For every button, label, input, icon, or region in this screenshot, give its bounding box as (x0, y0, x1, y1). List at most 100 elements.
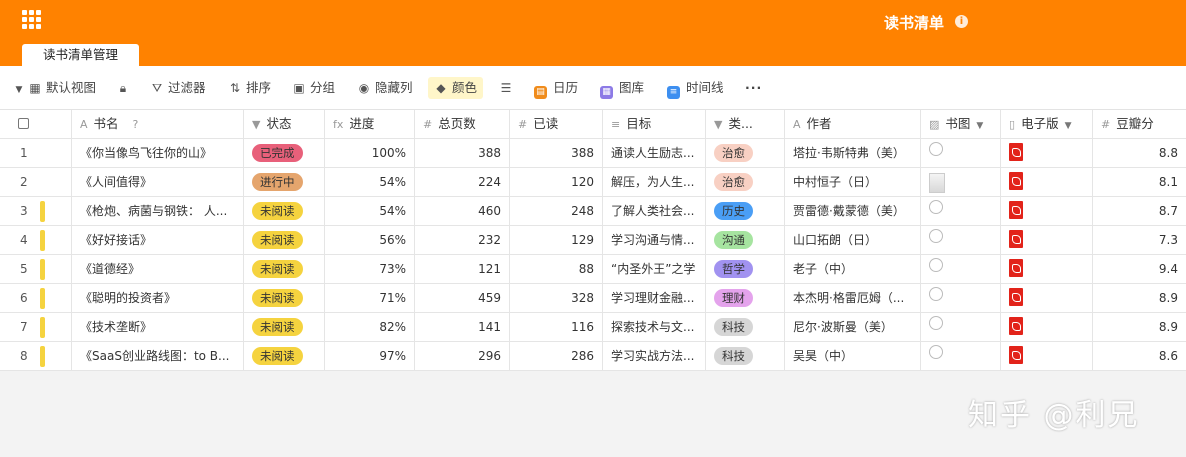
cell-douban[interactable]: 7.3 (1093, 226, 1186, 254)
cell-status[interactable]: 进行中 (244, 168, 325, 196)
cell-cover[interactable] (921, 226, 1001, 254)
table-row[interactable]: 2 《人间值得》 进行中 54% 224 120 解压，为人生... 治愈 中村恒子（日） 8.1 (0, 168, 1186, 197)
cell-ebook[interactable] (1001, 255, 1093, 283)
pdf-file-icon[interactable] (1009, 171, 1023, 190)
cell-ebook[interactable] (1001, 168, 1093, 196)
cell-author[interactable]: 尼尔·波斯曼（美） (785, 313, 921, 341)
chevron-down-icon[interactable]: ▼ (1065, 112, 1072, 138)
cell-progress[interactable]: 56% (325, 226, 415, 254)
column-header-name[interactable]: A 书名? (72, 110, 244, 138)
cell-total[interactable]: 141 (415, 313, 510, 341)
cell-goal[interactable]: 通读人生励志... (603, 139, 706, 167)
table-row[interactable]: 3 《枪炮、病菌与钢铁： 人... 未阅读 54% 460 248 了解人类社会... 历史 贾… (0, 197, 1186, 226)
cell-category[interactable]: 治愈 (706, 168, 785, 196)
column-header-author[interactable]: A 作者 (785, 110, 921, 138)
cell-name[interactable]: 《枪炮、病菌与钢铁： 人... (72, 197, 244, 225)
cell-status[interactable]: 未阅读 (244, 255, 325, 283)
cell-progress[interactable]: 54% (325, 197, 415, 225)
lock-button[interactable]: 🔒︎ (116, 77, 134, 99)
cell-status[interactable]: 未阅读 (244, 313, 325, 341)
cell-cover[interactable] (921, 139, 1001, 167)
cell-total[interactable]: 224 (415, 168, 510, 196)
cell-name[interactable]: 《好好接话》 (72, 226, 244, 254)
cell-cover[interactable] (921, 313, 1001, 341)
cell-status[interactable]: 未阅读 (244, 226, 325, 254)
cell-author[interactable]: 山口拓朗（日） (785, 226, 921, 254)
pdf-file-icon[interactable] (1009, 345, 1023, 364)
cell-cover[interactable] (921, 255, 1001, 283)
row-height-button[interactable]: ☰ (499, 77, 517, 99)
cell-read[interactable]: 328 (510, 284, 603, 312)
sort-button[interactable]: ⇅ 排序 (228, 77, 271, 99)
column-header-read[interactable]: # 已读 (510, 110, 603, 138)
help-icon[interactable]: ? (133, 118, 139, 131)
table-row[interactable]: 6 《聪明的投资者》 未阅读 71% 459 328 学习理财金融... 理财 本杰明·格雷厄姆… (0, 284, 1186, 313)
info-icon[interactable]: i (955, 15, 968, 28)
column-header-douban[interactable]: # 豆瓣分 (1093, 110, 1186, 138)
cell-n[interactable]: 6 (0, 284, 72, 312)
tab-reading-list[interactable]: 读书清单管理 (22, 44, 139, 66)
column-header-ebook[interactable]: ▯ 电子版 ▼ (1001, 110, 1093, 138)
timeline-plugin-button[interactable]: ≡ 时间线 (667, 77, 724, 99)
chevron-down-icon[interactable]: ▼ (976, 112, 983, 138)
table-row[interactable]: 7 《技术垄断》 未阅读 82% 141 116 探索技术与文... 科技 尼尔·波斯曼（美） 8… (0, 313, 1186, 342)
cell-status[interactable]: 未阅读 (244, 342, 325, 370)
cell-author[interactable]: 贾雷德·戴蒙德（美） (785, 197, 921, 225)
cell-n[interactable]: 1 (0, 139, 72, 167)
cell-category[interactable]: 沟通 (706, 226, 785, 254)
cell-name[interactable]: 《SaaS创业路线图：to B... (72, 342, 244, 370)
cell-n[interactable]: 3 (0, 197, 72, 225)
pdf-file-icon[interactable] (1009, 258, 1023, 277)
cell-name[interactable]: 《你当像鸟飞往你的山》 (72, 139, 244, 167)
cell-cover[interactable] (921, 284, 1001, 312)
cell-goal[interactable]: 学习实战方法... (603, 342, 706, 370)
cell-status[interactable]: 未阅读 (244, 197, 325, 225)
cell-name[interactable]: 《技术垄断》 (72, 313, 244, 341)
column-header-cover[interactable]: ▨ 书图 ▼ (921, 110, 1001, 138)
column-header-category[interactable]: ▼ 类... (706, 110, 785, 138)
cell-cover[interactable] (921, 168, 1001, 196)
hide-columns-button[interactable]: ◉ 隐藏列 (357, 77, 413, 99)
table-row[interactable]: 8 《SaaS创业路线图：to B... 未阅读 97% 296 286 学习实战方法...… (0, 342, 1186, 371)
cell-status[interactable]: 已完成 (244, 139, 325, 167)
cell-douban[interactable]: 8.9 (1093, 313, 1186, 341)
group-button[interactable]: ▣ 分组 (292, 77, 335, 99)
cell-progress[interactable]: 54% (325, 168, 415, 196)
column-header-total-pages[interactable]: # 总页数 (415, 110, 510, 138)
cell-read[interactable]: 116 (510, 313, 603, 341)
pdf-file-icon[interactable] (1009, 142, 1023, 161)
cell-ebook[interactable] (1001, 284, 1093, 312)
cell-ebook[interactable] (1001, 313, 1093, 341)
cell-author[interactable]: 吴昊（中） (785, 342, 921, 370)
cell-name[interactable]: 《人间值得》 (72, 168, 244, 196)
cell-progress[interactable]: 73% (325, 255, 415, 283)
cell-ebook[interactable] (1001, 226, 1093, 254)
cell-total[interactable]: 232 (415, 226, 510, 254)
cell-progress[interactable]: 71% (325, 284, 415, 312)
apps-grid-icon[interactable] (22, 10, 42, 30)
calendar-plugin-button[interactable]: ▤ 日历 (534, 77, 578, 99)
gallery-plugin-button[interactable]: ▦ 图库 (600, 77, 644, 99)
cell-n[interactable]: 2 (0, 168, 72, 196)
view-switcher[interactable]: ▼ ▦ 默认视图 (14, 77, 96, 99)
cell-douban[interactable]: 8.6 (1093, 342, 1186, 370)
pdf-file-icon[interactable] (1009, 200, 1023, 219)
cell-author[interactable]: 中村恒子（日） (785, 168, 921, 196)
cell-category[interactable]: 科技 (706, 313, 785, 341)
cell-douban[interactable]: 8.9 (1093, 284, 1186, 312)
cell-read[interactable]: 120 (510, 168, 603, 196)
cell-goal[interactable]: “内圣外王”之学 (603, 255, 706, 283)
cell-n[interactable]: 4 (0, 226, 72, 254)
cell-progress[interactable]: 82% (325, 313, 415, 341)
cell-read[interactable]: 129 (510, 226, 603, 254)
cell-total[interactable]: 460 (415, 197, 510, 225)
cell-category[interactable]: 历史 (706, 197, 785, 225)
cell-cover[interactable] (921, 197, 1001, 225)
cell-category[interactable]: 治愈 (706, 139, 785, 167)
cell-total[interactable]: 296 (415, 342, 510, 370)
column-header-status[interactable]: ▼ 状态 (244, 110, 325, 138)
cell-goal[interactable]: 了解人类社会... (603, 197, 706, 225)
cell-total[interactable]: 459 (415, 284, 510, 312)
cell-category[interactable]: 理财 (706, 284, 785, 312)
cell-douban[interactable]: 8.1 (1093, 168, 1186, 196)
